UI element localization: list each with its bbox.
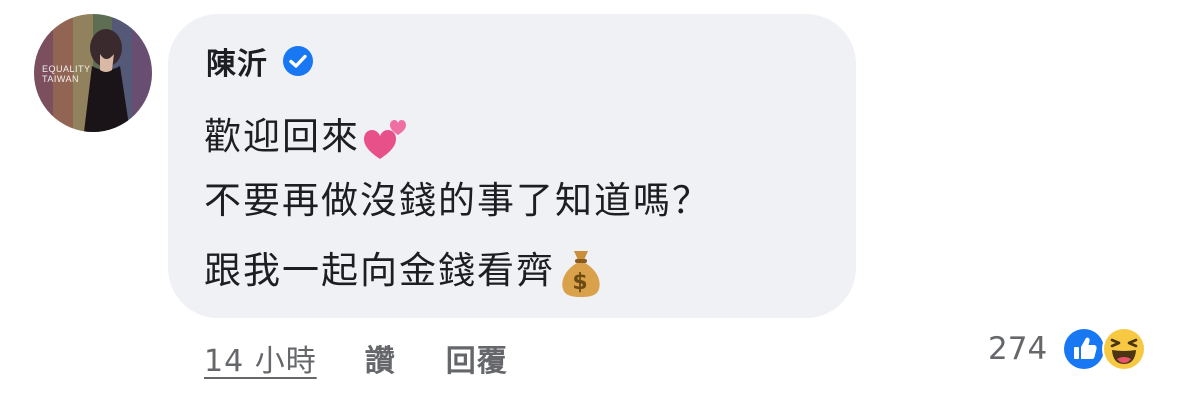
verified-badge-icon — [283, 46, 313, 76]
comment: EQUALITY TAIWAN 陳沂 歡迎回來 不要再做沒錢的事了知道嗎？ 跟我… — [0, 0, 1200, 405]
author-name[interactable]: 陳沂 — [206, 39, 268, 83]
reaction-count[interactable]: 274 — [988, 331, 1047, 367]
reply-button[interactable]: 回覆 — [446, 336, 508, 380]
avatar-caption: EQUALITY TAIWAN — [42, 64, 91, 84]
comment-author[interactable]: 陳沂 — [206, 40, 314, 82]
timestamp-link[interactable]: 14 小時 — [204, 336, 317, 380]
avatar[interactable]: EQUALITY TAIWAN — [34, 14, 152, 132]
comment-text-line-3: 跟我一起向金錢看齊 $ — [204, 240, 605, 299]
money-bag-icon: $ — [562, 250, 600, 297]
haha-reaction-icon — [1102, 327, 1147, 371]
comment-text-line-1: 歡迎回來 — [204, 106, 410, 163]
comment-text-line-2: 不要再做沒錢的事了知道嗎？ — [204, 179, 711, 222]
comment-actions: 14 小時 讚 回覆 — [204, 336, 508, 380]
two-hearts-icon — [364, 119, 406, 159]
svg-text:$: $ — [572, 270, 589, 295]
like-button[interactable]: 讚 — [365, 336, 396, 380]
reactions-summary[interactable]: 274 — [988, 326, 1147, 372]
